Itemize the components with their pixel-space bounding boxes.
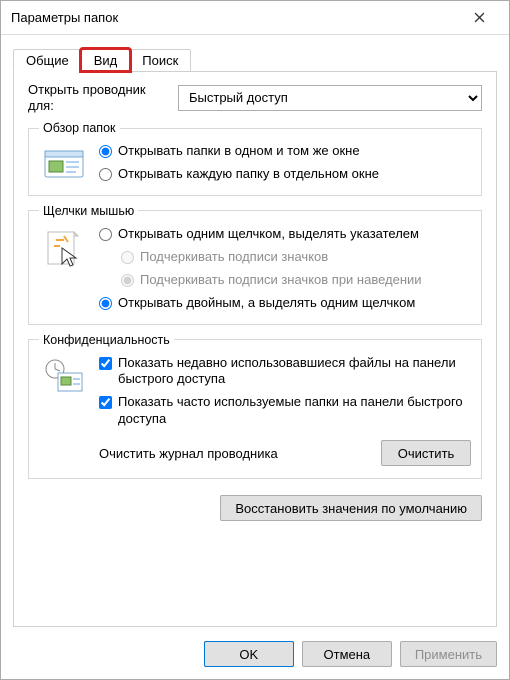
folder-options-window: Параметры папок Общие Вид Поиск Открыть … [0,0,510,680]
underline-hover-option: Подчеркивать подписи значков при наведен… [121,272,471,289]
titlebar: Параметры папок [1,1,509,35]
browse-folders-group: Обзор папок [28,121,482,196]
double-click-radio[interactable] [99,297,112,310]
privacy-clear-row: Очистить журнал проводника Очистить [99,434,471,466]
clear-history-button[interactable]: Очистить [381,440,471,466]
open-explorer-combo[interactable]: Быстрый доступ [178,85,482,111]
restore-defaults-row: Восстановить значения по умолчанию [28,495,482,521]
restore-defaults-button[interactable]: Восстановить значения по умолчанию [220,495,482,521]
browse-same-window-option[interactable]: Открывать папки в одном и том же окне [99,143,471,160]
browse-same-window-radio[interactable] [99,145,112,158]
tab-general[interactable]: Общие [13,49,82,72]
single-click-option[interactable]: Открывать одним щелчком, выделять указат… [99,226,471,243]
window-title: Параметры папок [11,10,459,25]
underline-hover-radio [121,274,134,287]
click-items-group: Щелчки мышью [28,204,482,325]
underline-always-option: Подчеркивать подписи значков [121,249,471,266]
privacy-frequent-folders-option[interactable]: Показать часто используемые папки на пан… [99,394,471,428]
open-explorer-label: Открыть проводник для: [28,82,168,113]
privacy-legend: Конфиденциальность [39,333,174,347]
tab-page-general: Открыть проводник для: Быстрый доступ Об… [13,71,497,627]
tab-search[interactable]: Поиск [129,49,191,71]
ok-button[interactable]: OK [204,641,294,667]
privacy-frequent-folders-checkbox[interactable] [99,396,112,409]
browse-folders-icon [39,143,89,183]
privacy-recent-files-checkbox[interactable] [99,357,112,370]
tab-view[interactable]: Вид [81,49,131,71]
client-area: Общие Вид Поиск Открыть проводник для: Б… [1,35,509,679]
browse-new-window-option[interactable]: Открывать каждую папку в отдельном окне [99,166,471,183]
close-button[interactable] [459,1,499,35]
privacy-clear-label: Очистить журнал проводника [99,446,371,461]
click-items-icon [39,226,89,312]
browse-new-window-radio[interactable] [99,168,112,181]
privacy-icon [39,355,89,467]
privacy-recent-files-option[interactable]: Показать недавно использовавшиеся файлы … [99,355,471,389]
double-click-option[interactable]: Открывать двойным, а выделять одним щелч… [99,295,471,312]
tab-strip: Общие Вид Поиск [13,45,497,71]
apply-button[interactable]: Применить [400,641,497,667]
browse-folders-legend: Обзор папок [39,121,120,135]
dialog-buttons: OK Отмена Применить [13,627,497,667]
close-icon [474,12,485,23]
underline-always-radio [121,251,134,264]
cancel-button[interactable]: Отмена [302,641,392,667]
click-items-legend: Щелчки мышью [39,204,138,218]
privacy-group: Конфиденциальность [28,333,482,480]
single-click-radio[interactable] [99,228,112,241]
open-explorer-row: Открыть проводник для: Быстрый доступ [28,82,482,113]
